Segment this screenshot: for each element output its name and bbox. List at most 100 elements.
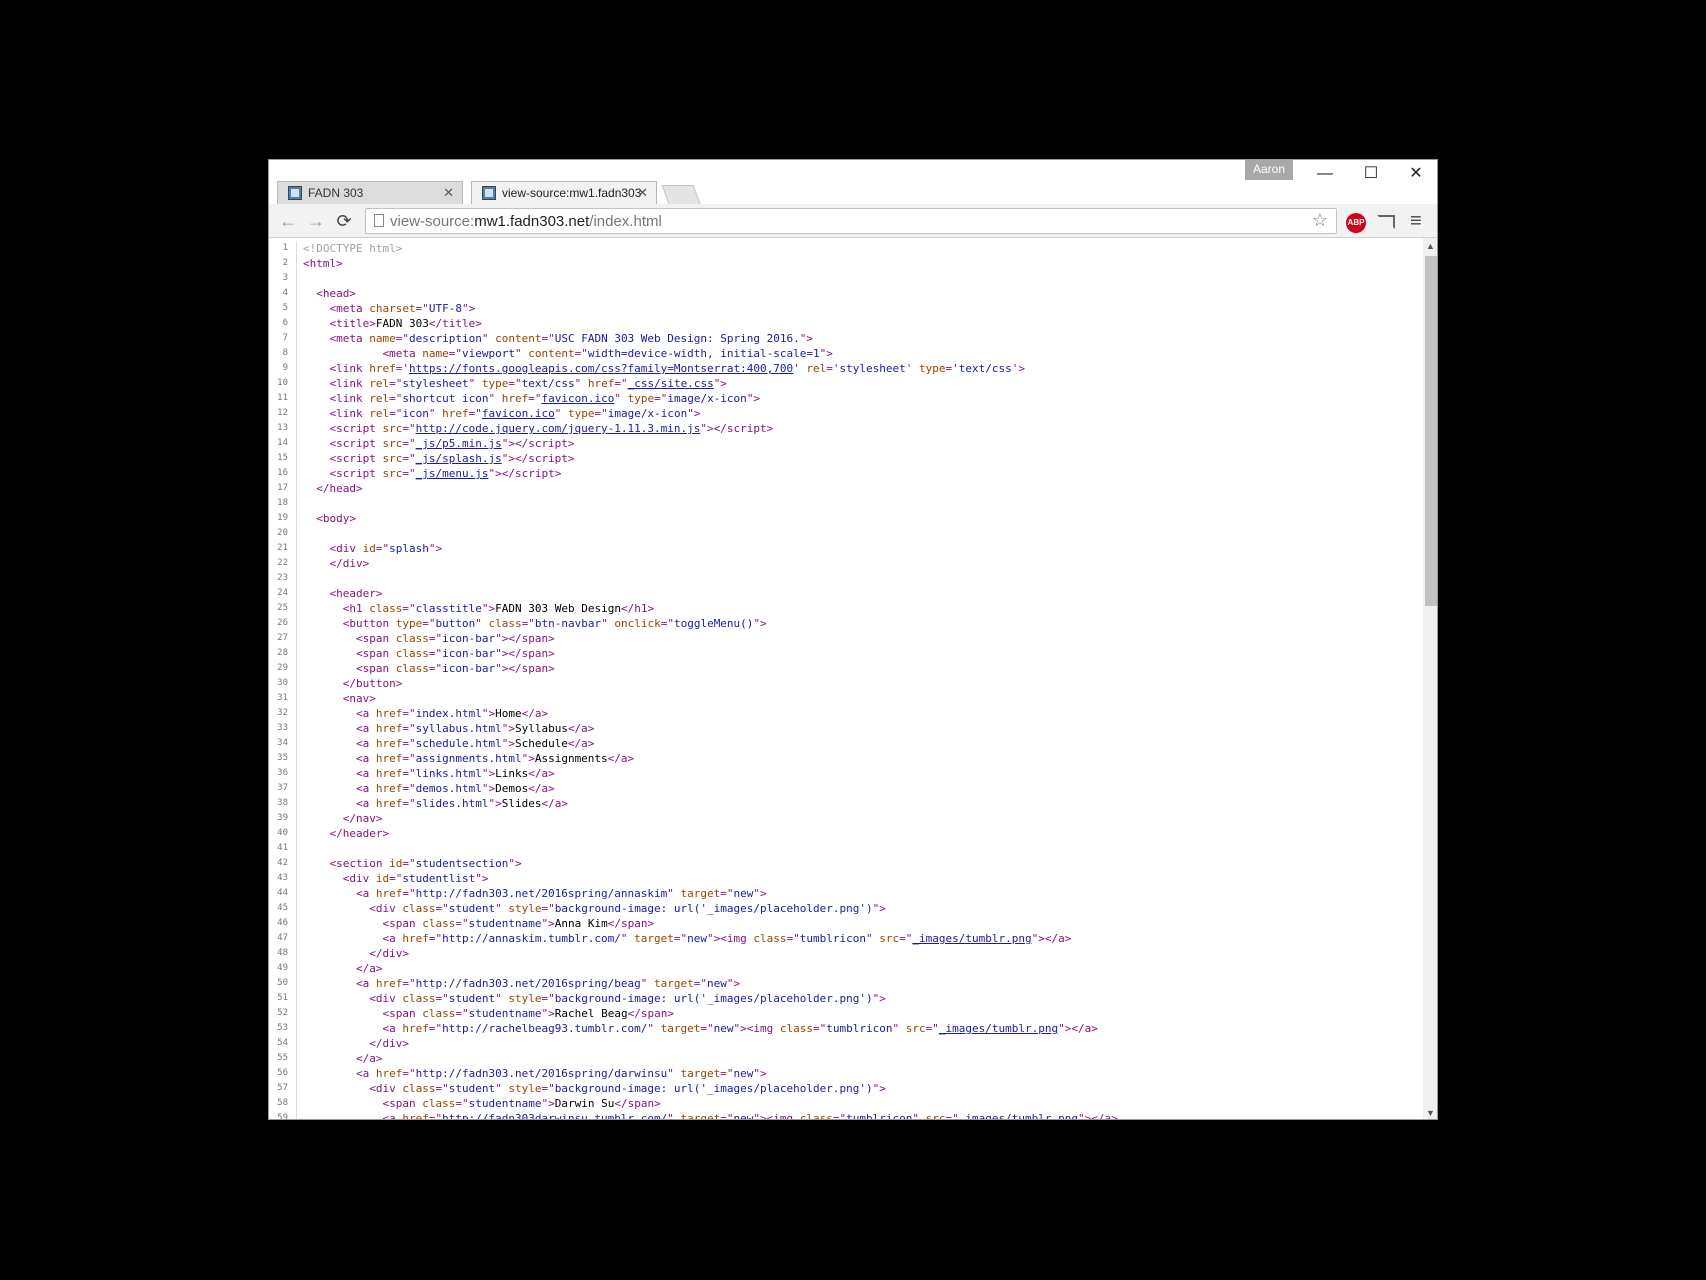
source-line: 12 <link rel="icon" href="favicon.ico" t… [269,406,1118,421]
line-code: </div> [369,1037,409,1050]
line-number: 30 [269,676,297,691]
source-line: 28 <span class="icon-bar"></span> [269,646,1118,661]
line-number: 16 [269,466,297,481]
line-code: <div id="studentlist"> [342,872,489,885]
line-number: 46 [269,916,297,931]
close-tab-icon[interactable]: ✕ [637,185,648,201]
back-button[interactable]: ← [277,210,299,232]
line-number: 21 [269,541,297,556]
line-code: <div id="splash"> [329,542,443,555]
forward-button[interactable]: → [305,210,327,232]
browser-toolbar: ← → ⟳ view-source:mw1.fadn303.net/index.… [269,204,1437,238]
minimize-button[interactable]: — [1305,164,1345,184]
scroll-up-icon[interactable]: ▲ [1426,241,1435,251]
source-line: 2 <html> [269,256,1118,271]
vertical-scrollbar[interactable]: ▲ ▼ [1423,238,1437,1119]
bookmark-star-icon[interactable]: ☆ [1312,210,1328,231]
source-line: 52 <span class="studentname">Rachel Beag… [269,1006,1118,1021]
line-number: 17 [269,481,297,496]
line-number: 38 [269,796,297,811]
close-tab-icon[interactable]: ✕ [443,185,454,201]
line-code: <a href="http://fadn303darwinsu.tumblr.c… [382,1112,1118,1120]
adblock-plus-icon[interactable]: ABP [1346,213,1366,233]
line-number: 18 [269,496,297,511]
line-number: 1 [269,241,297,256]
source-line: 58 <span class="studentname">Darwin Su</… [269,1096,1118,1111]
line-code: <div class="student" style="background-i… [369,1082,886,1095]
source-line: 23 [269,571,1118,586]
source-line: 25 <h1 class="classtitle">FADN 303 Web D… [269,601,1118,616]
line-number: 44 [269,886,297,901]
line-code: <link rel="shortcut icon" href="favicon.… [329,392,761,405]
source-line: 50 <a href="http://fadn303.net/2016sprin… [269,976,1118,991]
source-line: 20 [269,526,1118,541]
new-tab-button[interactable] [661,185,701,204]
line-code: <span class="icon-bar"></span> [355,647,555,660]
line-code: <span class="icon-bar"></span> [355,662,555,675]
source-line: 55 </a> [269,1051,1118,1066]
line-code: <span class="studentname">Anna Kim</span… [382,917,655,930]
source-line: 9 <link href='https://fonts.googleapis.c… [269,361,1118,376]
reload-button[interactable]: ⟳ [333,210,355,232]
source-line: 17 </head> [269,481,1118,496]
line-number: 25 [269,601,297,616]
scrollbar-thumb[interactable] [1425,256,1437,606]
tab-view-source[interactable]: view-source:mw1.fadn303 ✕ [471,181,657,205]
line-number: 59 [269,1111,297,1119]
line-number: 19 [269,511,297,526]
source-line: 4 <head> [269,286,1118,301]
source-line: 21 <div id="splash"> [269,541,1118,556]
source-line: 26 <button type="button" class="btn-navb… [269,616,1118,631]
title-bar: FADN 303 ✕ view-source:mw1.fadn303 ✕ Aar… [269,160,1437,205]
maximize-button[interactable]: ☐ [1351,164,1391,184]
line-code: <link rel="stylesheet" type="text/css" h… [329,377,727,390]
tab-fadn303[interactable]: FADN 303 ✕ [277,181,463,204]
line-number: 4 [269,286,297,301]
line-number: 50 [269,976,297,991]
line-number: 6 [269,316,297,331]
line-number: 2 [269,256,297,271]
browser-window: FADN 303 ✕ view-source:mw1.fadn303 ✕ Aar… [268,159,1438,1120]
source-line: 10 <link rel="stylesheet" type="text/css… [269,376,1118,391]
menu-icon[interactable]: ≡ [1410,210,1422,233]
tab-label: view-source:mw1.fadn303 [502,186,642,200]
line-code: </nav> [342,812,383,825]
line-code: <a href="syllabus.html">Syllabus</a> [355,722,595,735]
line-number: 31 [269,691,297,706]
line-code: <script src="_js/menu.js"></script> [329,467,562,480]
line-code: <meta name="viewport" content="width=dev… [382,347,833,360]
address-bar[interactable]: view-source:mw1.fadn303.net/index.html ☆ [365,208,1337,234]
source-line: 6 <title>FADN 303</title> [269,316,1118,331]
profile-button[interactable]: Aaron [1245,160,1293,180]
line-code: <header> [329,587,383,600]
line-code: <body> [316,512,356,525]
source-line: 34 <a href="schedule.html">Schedule</a> [269,736,1118,751]
line-code: <a href="links.html">Links</a> [355,767,555,780]
source-line: 15 <script src="_js/splash.js"></script> [269,451,1118,466]
url-text[interactable]: view-source:mw1.fadn303.net/index.html [390,213,662,230]
site-favicon-icon [288,186,302,200]
line-number: 9 [269,361,297,376]
url-path: /index.html [589,213,662,230]
line-code: <html> [303,257,343,270]
source-view: 1 <!DOCTYPE html> 2 <html> 3 4 <head> 5 <meta … [269,238,1423,1120]
line-number: 52 [269,1006,297,1021]
line-code: <a href="demos.html">Demos</a> [355,782,555,795]
tab-label: FADN 303 [308,186,364,200]
source-line: 36 <a href="links.html">Links</a> [269,766,1118,781]
line-number: 27 [269,631,297,646]
line-number: 54 [269,1036,297,1051]
url-host: mw1.fadn303.net [474,213,590,230]
close-window-button[interactable]: ✕ [1396,164,1436,184]
line-code: <meta charset="UTF-8"> [329,302,476,315]
cast-icon[interactable] [1377,215,1395,229]
line-number: 13 [269,421,297,436]
source-line: 35 <a href="assignments.html">Assignment… [269,751,1118,766]
url-scheme: view-source: [390,213,475,230]
source-line: 7 <meta name="description" content="USC … [269,331,1118,346]
scroll-down-icon[interactable]: ▼ [1426,1108,1435,1118]
source-line: 43 <div id="studentlist"> [269,871,1118,886]
line-number: 14 [269,436,297,451]
source-line: 56 <a href="http://fadn303.net/2016sprin… [269,1066,1118,1081]
